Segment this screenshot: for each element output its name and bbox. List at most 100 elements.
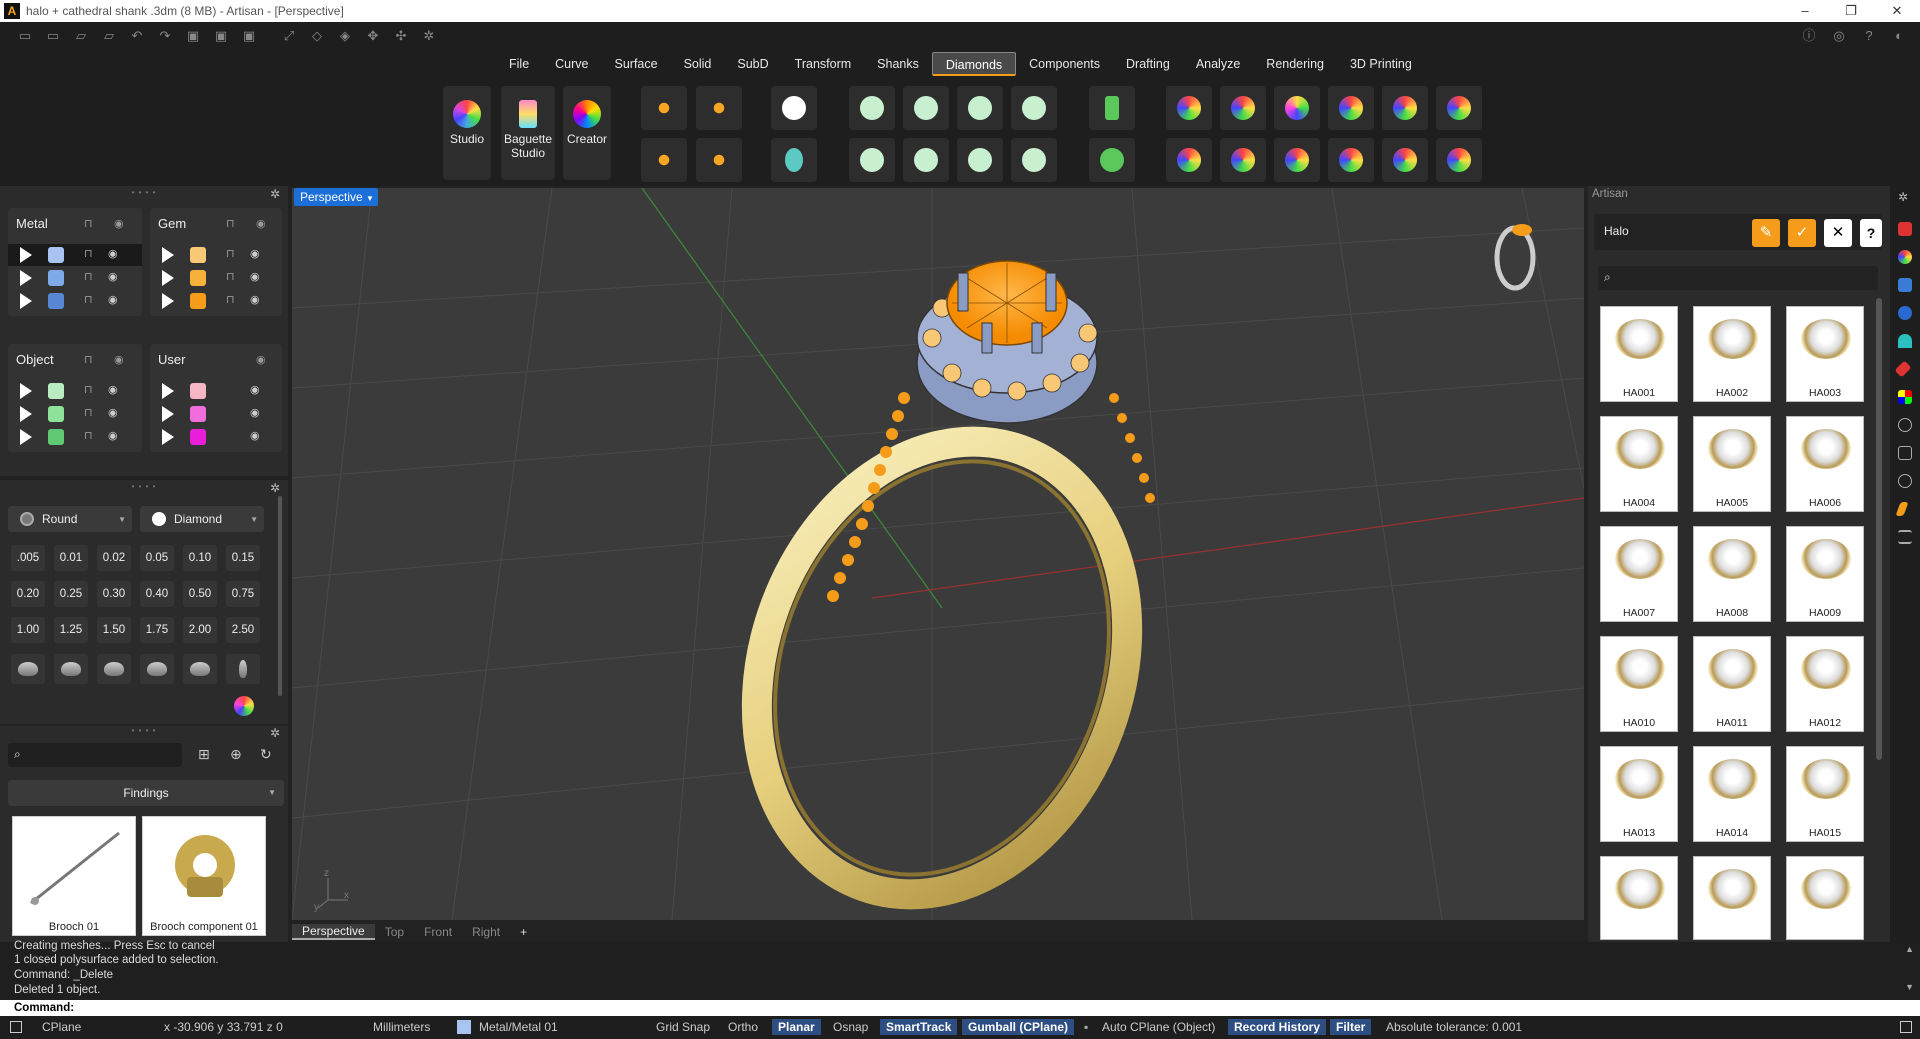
sphere-tab-icon[interactable]	[1898, 306, 1912, 320]
halo-thumbnail[interactable]	[1786, 856, 1864, 940]
cluster-head-button[interactable]	[1011, 86, 1057, 130]
ortho-toggle[interactable]: Ortho	[728, 1020, 758, 1034]
cancel-x-icon[interactable]: ✕	[1824, 219, 1852, 247]
new-file-icon[interactable]: ▭	[14, 25, 36, 47]
gem-tool-10-button[interactable]	[1328, 138, 1374, 182]
lock-icon[interactable]: ⊓	[84, 429, 93, 442]
halo-thumbnail[interactable]: HA001	[1600, 306, 1678, 402]
tiered-head-button[interactable]	[903, 138, 949, 182]
tab-surface[interactable]: Surface	[602, 52, 671, 76]
gem-tool-11-button[interactable]	[1382, 138, 1428, 182]
gem-tool-8-button[interactable]	[1220, 138, 1266, 182]
edit-pencil-icon[interactable]: ✎	[1752, 219, 1780, 247]
color-grid-tab-icon[interactable]	[1898, 390, 1912, 404]
round-gem-button[interactable]	[771, 86, 817, 130]
tab-transform[interactable]: Transform	[782, 52, 865, 76]
layer-color-swatch[interactable]	[48, 429, 64, 445]
lock-icon[interactable]: ⊓	[84, 353, 93, 366]
import-icon[interactable]: ▱	[98, 25, 120, 47]
layer-color-swatch[interactable]	[48, 270, 64, 286]
layer-row[interactable]: ⊓ ◉	[8, 290, 142, 312]
halo-thumbnail[interactable]: HA012	[1786, 636, 1864, 732]
units[interactable]: Millimeters	[373, 1020, 430, 1034]
layer-color-swatch[interactable]	[190, 383, 206, 399]
panel-grip[interactable]: • • • •	[0, 188, 288, 198]
smarttrack-toggle[interactable]: SmartTrack	[880, 1019, 958, 1035]
lock-icon[interactable]: ⊓	[226, 247, 235, 260]
list-tab-icon[interactable]	[1898, 530, 1912, 544]
layers-settings-icon[interactable]: ✲	[270, 188, 282, 200]
gem-type-dropdown[interactable]: Diamond ▼	[140, 506, 264, 532]
stones-on-curve-button[interactable]	[641, 86, 687, 130]
setting-style-button[interactable]	[183, 654, 217, 684]
tab-curve[interactable]: Curve	[542, 52, 601, 76]
layer-row[interactable]: ⊓ ◉	[8, 403, 142, 425]
carat-button[interactable]: 0.30	[97, 581, 131, 607]
redo-icon[interactable]: ↷	[154, 25, 176, 47]
eye-icon[interactable]: ◉	[114, 217, 124, 230]
halo-thumbnail[interactable]: HA015	[1786, 746, 1864, 842]
carat-button[interactable]: .005	[11, 545, 45, 571]
library-item[interactable]: Brooch 01	[12, 816, 136, 936]
carat-button[interactable]: 1.00	[11, 617, 45, 643]
layer-row[interactable]: ◉	[150, 426, 282, 448]
tab-rendering[interactable]: Rendering	[1253, 52, 1337, 76]
carat-button[interactable]: 0.20	[11, 581, 45, 607]
prong-head-button[interactable]	[849, 86, 895, 130]
lock-icon[interactable]: ⊓	[84, 217, 93, 230]
layer-color-swatch[interactable]	[190, 247, 206, 263]
eye-icon[interactable]: ◉	[250, 293, 260, 306]
gem-tool-6-button[interactable]	[1436, 86, 1482, 130]
lock-icon[interactable]: ⊓	[226, 293, 235, 306]
flower-head-button[interactable]	[957, 138, 1003, 182]
gumball-toggle[interactable]: Gumball (CPlane)	[962, 1019, 1075, 1035]
model-canvas[interactable]: x y z	[292, 188, 1584, 920]
library-settings-icon[interactable]: ✲	[270, 727, 282, 739]
save-as-icon[interactable]: ▣	[210, 25, 232, 47]
eye-icon[interactable]: ◉	[250, 383, 260, 396]
play-icon[interactable]	[162, 406, 174, 422]
save-incremental-icon[interactable]: ▣	[238, 25, 260, 47]
layer-row[interactable]: ⊓ ◉	[8, 380, 142, 402]
carat-button[interactable]: 1.25	[54, 617, 88, 643]
play-icon[interactable]	[162, 270, 174, 286]
color-wheel-icon[interactable]	[234, 696, 254, 716]
help-icon[interactable]: ?	[1858, 25, 1880, 47]
command-input[interactable]: Command:	[0, 1000, 1920, 1016]
tab-right[interactable]: Right	[462, 925, 510, 939]
layer-row[interactable]: ⊓ ◉	[150, 267, 282, 289]
tab-front[interactable]: Front	[414, 925, 462, 939]
gem-tool-3-button[interactable]	[1274, 86, 1320, 130]
scroll-up-icon[interactable]: ▲	[1905, 944, 1914, 954]
halo-thumbnail[interactable]	[1600, 856, 1678, 940]
materials-tab-icon[interactable]	[1898, 250, 1912, 264]
halo-thumbnail[interactable]	[1693, 856, 1771, 940]
play-icon[interactable]	[20, 429, 32, 445]
layer-color-swatch[interactable]	[48, 293, 64, 309]
osnap-toggle[interactable]: Osnap	[833, 1020, 868, 1034]
filter-toggle[interactable]: Filter	[1330, 1019, 1372, 1035]
cplane-toggle-icon[interactable]	[10, 1021, 22, 1033]
layer-color-swatch[interactable]	[190, 406, 206, 422]
chevron-down-icon[interactable]: ▼	[366, 194, 374, 203]
tab-diamonds[interactable]: Diamonds	[931, 52, 1017, 76]
pave-head-button[interactable]	[1011, 138, 1057, 182]
new-item-icon[interactable]: ⊕	[230, 746, 242, 763]
restore-icon[interactable]: ❐	[1828, 0, 1874, 22]
tab-shanks[interactable]: Shanks	[864, 52, 932, 76]
layer-color-swatch[interactable]	[48, 406, 64, 422]
cplane-label[interactable]: CPlane	[42, 1020, 81, 1034]
lock-icon[interactable]: ⊓	[226, 270, 235, 283]
eye-icon[interactable]: ◉	[256, 217, 266, 230]
library-search-input[interactable]: ⌕	[8, 743, 182, 767]
eye-icon[interactable]: ◉	[250, 406, 260, 419]
layer-color-swatch[interactable]	[48, 383, 64, 399]
halo-thumbnail[interactable]: HA010	[1600, 636, 1678, 732]
play-icon[interactable]	[20, 293, 32, 309]
copy-icon[interactable]: ◈	[334, 25, 356, 47]
eye-icon[interactable]: ◉	[250, 247, 260, 260]
panel-grip[interactable]: • • • •	[0, 726, 288, 736]
play-icon[interactable]	[162, 293, 174, 309]
settings-gear-icon[interactable]: ✲	[1898, 190, 1912, 204]
carat-button[interactable]: 0.01	[54, 545, 88, 571]
